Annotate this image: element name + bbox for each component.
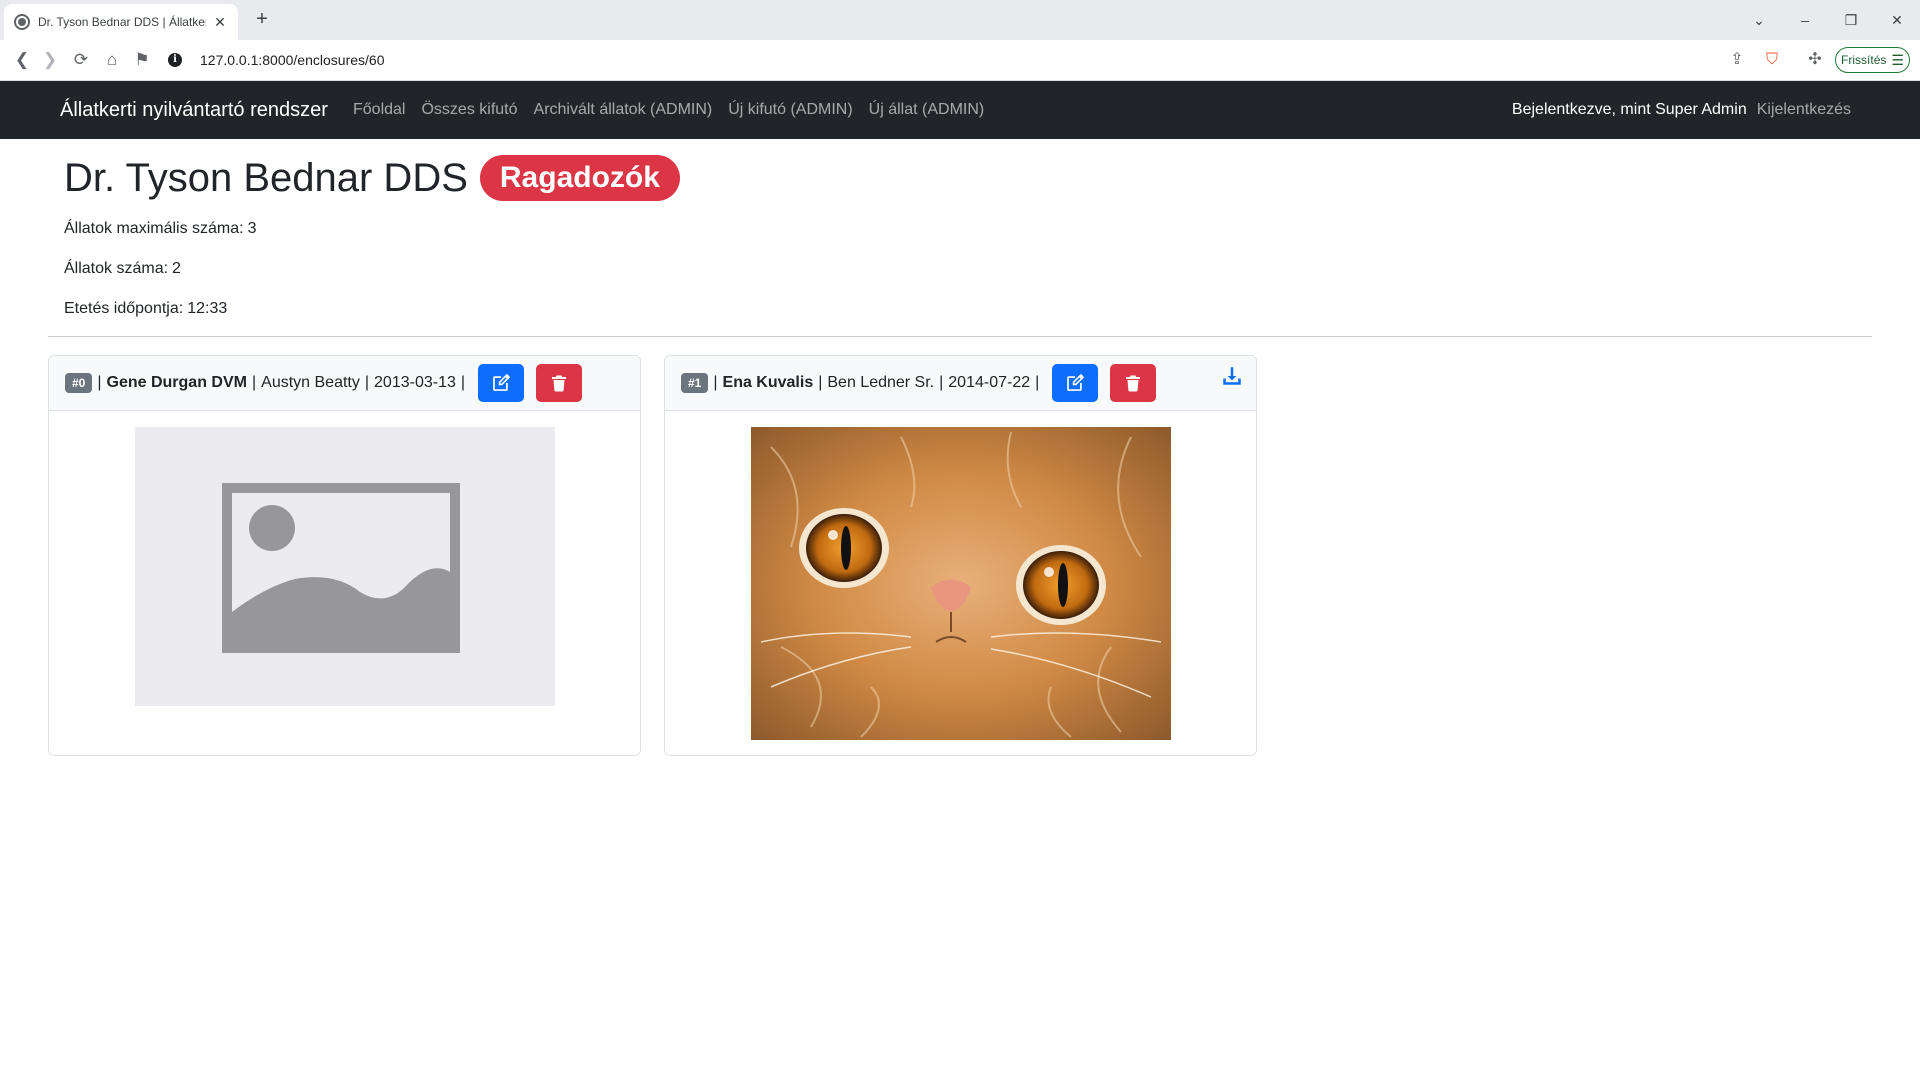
animal-id-badge: #1: [681, 373, 709, 393]
nav-link-home[interactable]: Főoldal: [353, 101, 405, 119]
placeholder-image: [135, 427, 555, 706]
nav-link-new-enclosure[interactable]: Új kifutó (ADMIN): [728, 101, 852, 119]
cat-photo-image: [751, 427, 1171, 740]
animal-count-label: Állatok száma:: [64, 260, 169, 277]
tab-search-icon[interactable]: ⌄: [1736, 12, 1782, 29]
update-label: Frissítés: [1841, 53, 1887, 67]
animal-card-header: #0 | Gene Durgan DVM | Austyn Beatty | 2013-0…: [49, 356, 640, 411]
restore-button[interactable]: ❐: [1828, 12, 1874, 29]
animal-card-body: [665, 411, 1256, 755]
animal-name: Gene Durgan DVM: [106, 374, 247, 391]
edit-button[interactable]: [1052, 364, 1099, 402]
url-text[interactable]: 127.0.0.1:8000/enclosures/60: [200, 52, 384, 68]
edit-button[interactable]: [478, 364, 525, 402]
category-badge: Ragadozók: [479, 155, 680, 201]
max-animals-value: 3: [247, 220, 257, 237]
navbar-brand[interactable]: Állatkerti nyilvántartó rendszer: [60, 99, 328, 122]
page-title: Dr. Tyson Bednar DDS Ragadozók: [64, 155, 680, 201]
delete-button[interactable]: [1110, 364, 1157, 402]
animal-date: 2014-07-22: [948, 374, 1031, 391]
nav-links: Főoldal Összes kifutó Archivált állatok …: [353, 101, 984, 119]
logged-in-text: Bejelentkezve, mint Super Admin: [1511, 101, 1747, 118]
home-icon[interactable]: ⌂: [98, 48, 126, 72]
main-navbar: Állatkerti nyilvántartó rendszer Főoldal…: [0, 81, 1920, 139]
omnibox[interactable]: i 127.0.0.1:8000/enclosures/60: [168, 45, 1728, 75]
animal-date: 2013-03-13: [374, 374, 456, 391]
browser-tab-strip: Dr. Tyson Bednar DDS | Állatkertek ✕ + ⌄…: [0, 0, 1920, 40]
globe-icon: [14, 14, 30, 30]
animal-card: #0 | Gene Durgan DVM | Austyn Beatty | 2013-0…: [48, 355, 641, 756]
browser-tab[interactable]: Dr. Tyson Bednar DDS | Állatkertek ✕: [4, 4, 238, 40]
extensions-icon[interactable]: ✣: [1803, 48, 1827, 72]
edit-icon: [493, 374, 510, 391]
divider: [48, 336, 1872, 337]
brave-shield-icon[interactable]: ⛉: [1760, 48, 1784, 72]
address-bar: ❮ ❯ ⟳ ⌂ ⚑ i 127.0.0.1:8000/enclosures/60…: [0, 40, 1920, 81]
reload-icon[interactable]: ⟳: [67, 48, 95, 72]
nav-link-new-animal[interactable]: Új állat (ADMIN): [869, 101, 985, 119]
nav-link-archived-animals[interactable]: Archivált állatok (ADMIN): [534, 101, 713, 119]
animal-card-body: [49, 411, 640, 755]
animal-card-header: #1 | Ena Kuvalis | Ben Ledner Sr. | 2014-07-2…: [665, 356, 1256, 411]
site-info-icon[interactable]: i: [168, 53, 182, 67]
trash-icon: [1126, 375, 1141, 392]
feeding-time-value: 12:33: [187, 300, 228, 317]
update-button[interactable]: Frissítés ☰: [1835, 47, 1910, 73]
nav-link-all-enclosures[interactable]: Összes kifutó: [421, 101, 517, 119]
max-animals-line: Állatok maximális száma: 3: [64, 220, 257, 238]
trash-icon: [552, 375, 567, 392]
animal-id-badge: #0: [65, 373, 93, 393]
edit-icon: [1067, 374, 1085, 391]
animal-caretaker: Ben Ledner Sr.: [827, 374, 935, 391]
share-icon[interactable]: ⇪: [1725, 48, 1749, 72]
animal-name: Ena Kuvalis: [722, 374, 814, 391]
new-tab-button[interactable]: +: [250, 8, 274, 32]
animal-count-line: Állatok száma: 2: [64, 260, 181, 278]
logout-link[interactable]: Kijelentkezés: [1757, 101, 1851, 119]
download-icon[interactable]: [1222, 366, 1242, 386]
tab-close-icon[interactable]: ✕: [212, 14, 228, 31]
back-icon[interactable]: ❮: [8, 48, 36, 72]
tab-title: Dr. Tyson Bednar DDS | Állatkertek: [38, 15, 206, 29]
cat-photo: [751, 427, 1171, 740]
delete-button[interactable]: [536, 364, 583, 402]
minimize-button[interactable]: –: [1782, 12, 1828, 28]
enclosure-name: Dr. Tyson Bednar DDS: [64, 155, 468, 200]
forward-icon[interactable]: ❯: [36, 48, 64, 72]
bookmark-icon[interactable]: ⚑: [128, 48, 156, 72]
max-animals-label: Állatok maximális száma:: [64, 220, 244, 237]
animal-caretaker: Austyn Beatty: [261, 374, 360, 391]
image-placeholder-icon: [222, 483, 460, 653]
close-window-button[interactable]: ✕: [1874, 12, 1920, 29]
feeding-time-label: Etetés időpontja:: [64, 300, 184, 317]
animal-count-value: 2: [172, 260, 181, 277]
window-controls: ⌄ – ❐ ✕: [1736, 0, 1920, 40]
menu-icon: ☰: [1891, 51, 1904, 68]
feeding-time-line: Etetés időpontja: 12:33: [64, 300, 227, 318]
animal-card: #1 | Ena Kuvalis | Ben Ledner Sr. | 2014-07-2…: [664, 355, 1257, 756]
user-area: Bejelentkezve, mint Super Admin Kijelent…: [1512, 101, 1851, 119]
